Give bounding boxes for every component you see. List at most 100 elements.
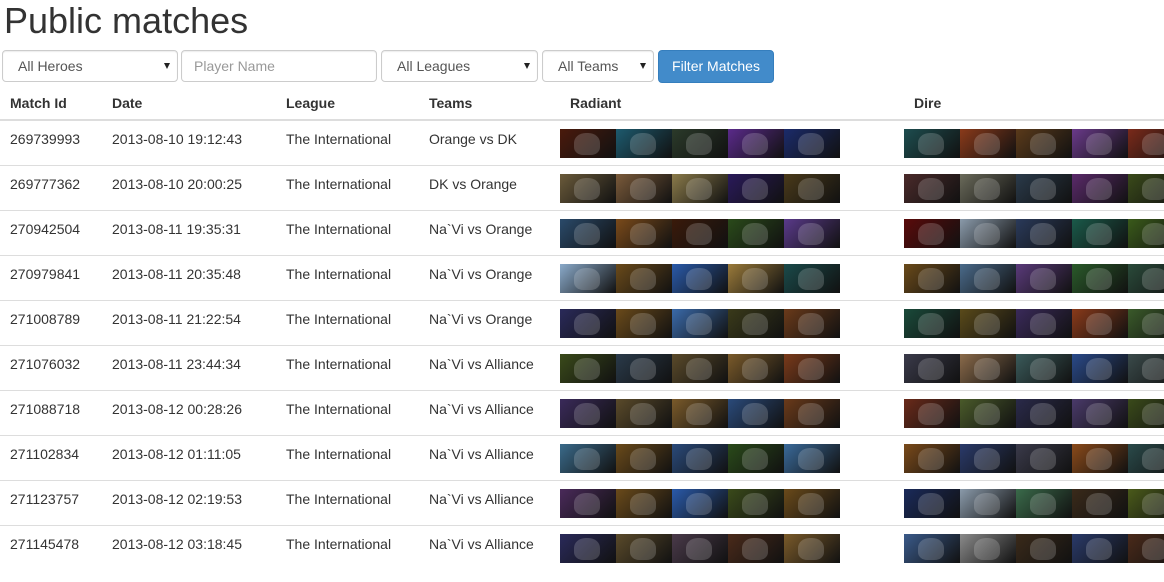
hero-portrait-icon[interactable] [784,443,840,473]
table-row[interactable]: 270942504 2013-08-11 19:35:31 The Internat… [0,209,1164,255]
hero-portrait-icon[interactable] [560,488,616,518]
hero-portrait-icon[interactable] [1072,488,1128,518]
match-id-cell[interactable]: 269739993 [0,119,102,165]
hero-portrait-icon[interactable] [672,398,728,428]
hero-portrait-icon[interactable] [960,129,1016,158]
hero-portrait-icon[interactable] [1016,533,1072,563]
hero-portrait-icon[interactable] [1072,353,1128,383]
match-id-cell[interactable]: 269777362 [0,164,102,210]
hero-portrait-icon[interactable] [904,129,960,158]
hero-portrait-icon[interactable] [784,533,840,563]
hero-portrait-icon[interactable] [784,353,840,383]
table-row[interactable]: 269777362 2013-08-10 20:00:25 The Internat… [0,164,1164,210]
hero-portrait-icon[interactable] [728,263,784,293]
teams-select[interactable]: All Teams [542,50,654,82]
hero-portrait-icon[interactable] [1016,353,1072,383]
hero-portrait-icon[interactable] [1128,129,1164,158]
hero-portrait-icon[interactable] [728,443,784,473]
hero-portrait-icon[interactable] [904,263,960,293]
hero-portrait-icon[interactable] [672,533,728,563]
hero-portrait-icon[interactable] [1128,218,1164,248]
hero-portrait-icon[interactable] [616,218,672,248]
hero-portrait-icon[interactable] [560,263,616,293]
table-row[interactable]: 269739993 2013-08-10 19:12:43 The Internat… [0,119,1164,165]
hero-portrait-icon[interactable] [672,353,728,383]
hero-portrait-icon[interactable] [672,129,728,158]
hero-portrait-icon[interactable] [784,488,840,518]
hero-portrait-icon[interactable] [784,218,840,248]
hero-portrait-icon[interactable] [560,218,616,248]
match-id-cell[interactable]: 271008789 [0,299,102,345]
hero-portrait-icon[interactable] [560,398,616,428]
hero-portrait-icon[interactable] [904,443,960,473]
hero-portrait-icon[interactable] [1128,533,1164,563]
hero-portrait-icon[interactable] [728,533,784,563]
hero-portrait-icon[interactable] [960,353,1016,383]
hero-portrait-icon[interactable] [784,398,840,428]
hero-portrait-icon[interactable] [1128,308,1164,338]
table-row[interactable]: 271088718 2013-08-12 00:28:26 The Internat… [0,389,1164,435]
hero-portrait-icon[interactable] [960,533,1016,563]
hero-portrait-icon[interactable] [560,308,616,338]
hero-portrait-icon[interactable] [1128,173,1164,203]
hero-portrait-icon[interactable] [1072,263,1128,293]
hero-portrait-icon[interactable] [616,398,672,428]
hero-portrait-icon[interactable] [1128,443,1164,473]
hero-portrait-icon[interactable] [560,129,616,158]
hero-portrait-icon[interactable] [1016,218,1072,248]
hero-portrait-icon[interactable] [960,218,1016,248]
hero-portrait-icon[interactable] [728,218,784,248]
hero-portrait-icon[interactable] [1072,173,1128,203]
hero-portrait-icon[interactable] [1128,398,1164,428]
hero-portrait-icon[interactable] [616,443,672,473]
match-id-cell[interactable]: 271145478 [0,524,102,570]
hero-portrait-icon[interactable] [904,398,960,428]
hero-portrait-icon[interactable] [616,488,672,518]
hero-portrait-icon[interactable] [960,443,1016,473]
hero-portrait-icon[interactable] [1072,129,1128,158]
hero-portrait-icon[interactable] [904,353,960,383]
hero-portrait-icon[interactable] [672,308,728,338]
hero-portrait-icon[interactable] [904,488,960,518]
table-row[interactable]: 271102834 2013-08-12 01:11:05 The Internat… [0,434,1164,480]
hero-portrait-icon[interactable] [1128,263,1164,293]
hero-portrait-icon[interactable] [960,398,1016,428]
hero-portrait-icon[interactable] [560,353,616,383]
hero-portrait-icon[interactable] [1072,443,1128,473]
hero-portrait-icon[interactable] [616,533,672,563]
hero-portrait-icon[interactable] [904,533,960,563]
hero-portrait-icon[interactable] [672,218,728,248]
table-row[interactable]: 271008789 2013-08-11 21:22:54 The Internat… [0,299,1164,345]
hero-portrait-icon[interactable] [728,173,784,203]
hero-portrait-icon[interactable] [1016,398,1072,428]
hero-portrait-icon[interactable] [728,353,784,383]
hero-portrait-icon[interactable] [616,308,672,338]
match-id-cell[interactable]: 270942504 [0,209,102,255]
player-name-input[interactable]: Player Name [181,50,377,82]
hero-portrait-icon[interactable] [672,263,728,293]
hero-portrait-icon[interactable] [1072,398,1128,428]
hero-portrait-icon[interactable] [728,308,784,338]
hero-portrait-icon[interactable] [672,443,728,473]
hero-portrait-icon[interactable] [904,173,960,203]
hero-portrait-icon[interactable] [784,263,840,293]
hero-portrait-icon[interactable] [560,533,616,563]
match-id-cell[interactable]: 271088718 [0,389,102,435]
table-row[interactable]: 270979841 2013-08-11 20:35:48 The Internat… [0,254,1164,300]
match-id-cell[interactable]: 271076032 [0,344,102,390]
hero-portrait-icon[interactable] [728,398,784,428]
hero-portrait-icon[interactable] [1128,353,1164,383]
hero-portrait-icon[interactable] [1072,218,1128,248]
table-row[interactable]: 271145478 2013-08-12 03:18:45 The Internat… [0,524,1164,570]
match-id-cell[interactable]: 271123757 [0,479,102,525]
hero-portrait-icon[interactable] [1016,173,1072,203]
hero-portrait-icon[interactable] [960,173,1016,203]
hero-portrait-icon[interactable] [960,308,1016,338]
hero-portrait-icon[interactable] [1072,533,1128,563]
filter-matches-button[interactable]: Filter Matches [658,50,774,83]
hero-portrait-icon[interactable] [960,488,1016,518]
hero-portrait-icon[interactable] [784,308,840,338]
hero-portrait-icon[interactable] [1016,308,1072,338]
match-id-cell[interactable]: 270979841 [0,254,102,300]
hero-portrait-icon[interactable] [784,173,840,203]
